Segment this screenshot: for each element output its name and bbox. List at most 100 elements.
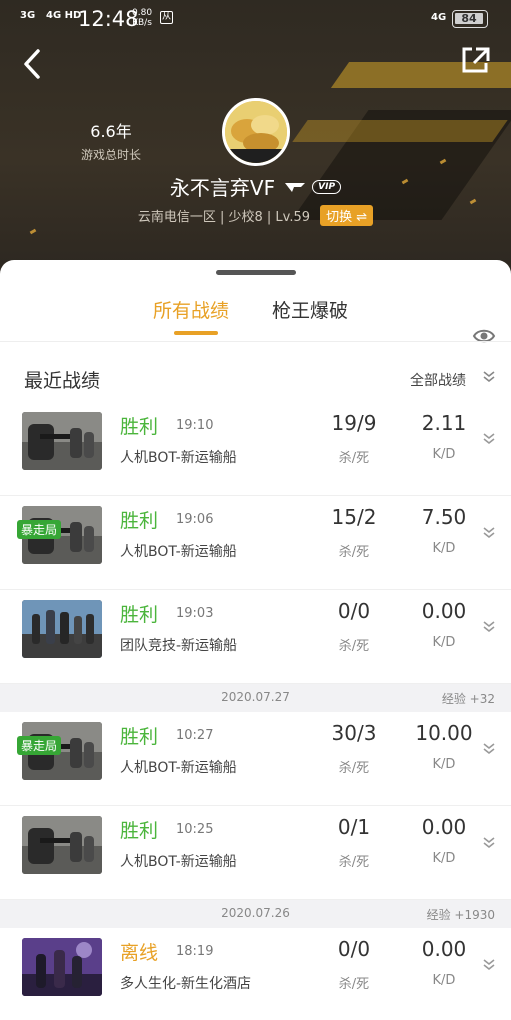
back-button[interactable] xyxy=(16,45,50,83)
kills-deaths-label: 杀/死 xyxy=(338,451,370,466)
speed-unit: KB/s xyxy=(132,18,152,28)
expand-chevron-icon[interactable] xyxy=(482,620,496,634)
match-result: 胜利 xyxy=(120,416,159,438)
experience-gain: 经验 +32 xyxy=(441,692,495,706)
kd-label: K/D xyxy=(432,757,456,772)
date-separator: 2020.07.26 经验 +1930 xyxy=(0,900,511,928)
kd-value: 10.00 xyxy=(415,721,473,745)
match-row[interactable]: 胜利 19:03 团队竞技-新运输船 0/0 杀/死 0.00 K/D xyxy=(0,590,511,684)
match-result: 胜利 xyxy=(120,820,159,842)
eye-icon xyxy=(472,329,496,343)
match-result: 胜利 xyxy=(120,726,159,748)
kd-value: 0.00 xyxy=(421,599,467,623)
match-row[interactable]: 胜利 19:10 人机BOT-新运输船 19/9 杀/死 2.11 K/D xyxy=(0,402,511,496)
kills-deaths-value: 30/3 xyxy=(331,721,377,745)
cf-logo-icon xyxy=(285,182,306,192)
kd-value: 2.11 xyxy=(421,411,467,435)
chevron-down-icon[interactable] xyxy=(482,370,496,384)
map-thumbnail xyxy=(22,412,102,470)
expand-chevron-icon[interactable] xyxy=(482,742,496,756)
kd-label: K/D xyxy=(432,635,456,650)
header-spark xyxy=(29,228,37,235)
tab-sniper-blast[interactable]: 枪王爆破 xyxy=(272,296,348,323)
expand-chevron-icon[interactable] xyxy=(482,526,496,540)
match-result: 胜利 xyxy=(120,604,159,626)
map-thumbnail xyxy=(22,816,102,874)
kills-deaths-label: 杀/死 xyxy=(338,855,370,870)
signal-4g: 4G HD xyxy=(46,10,82,21)
match-list: 胜利 19:10 人机BOT-新运输船 19/9 杀/死 2.11 K/D 暴走局 胜利 19:0… xyxy=(0,402,511,1020)
map-thumbnail xyxy=(22,938,102,996)
match-row[interactable]: 暴走局 胜利 10:27 人机BOT-新运输船 30/3 杀/死 10.00 K/D xyxy=(0,712,511,806)
kills-deaths-label: 杀/死 xyxy=(338,639,370,654)
playtime-value: 6.6年 xyxy=(90,122,132,141)
visibility-toggle[interactable] xyxy=(472,326,496,346)
map-thumbnail xyxy=(22,600,102,658)
match-mode: 团队竞技-新运输船 xyxy=(120,638,238,654)
kills-deaths-value: 0/1 xyxy=(337,815,371,839)
kills-deaths-label: 杀/死 xyxy=(338,761,370,776)
share-button[interactable] xyxy=(458,45,494,75)
match-time: 10:27 xyxy=(176,728,214,743)
match-mode: 人机BOT-新运输船 xyxy=(120,760,237,776)
map-thumbnail xyxy=(22,938,102,996)
header-decoration xyxy=(292,120,508,142)
rampage-tag: 暴走局 xyxy=(17,736,62,755)
match-time: 18:19 xyxy=(176,944,214,959)
kd-label: K/D xyxy=(432,541,456,556)
experience-gain: 经验 +1930 xyxy=(426,908,495,922)
share-icon xyxy=(462,47,490,73)
divider xyxy=(0,341,511,342)
match-time: 19:06 xyxy=(176,512,214,527)
match-result: 离线 xyxy=(120,942,159,964)
clock: 12:48 xyxy=(78,7,139,31)
rampage-tag: 暴走局 xyxy=(17,520,62,539)
separator-date: 2020.07.27 xyxy=(221,690,290,704)
match-row[interactable]: 离线 18:19 多人生化-新生化酒店 0/0 杀/死 0.00 K/D xyxy=(0,928,511,1020)
username-row: 永不言弃VF VIP xyxy=(0,172,511,201)
battery-icon: 84 xyxy=(452,10,488,28)
match-row[interactable]: 胜利 10:25 人机BOT-新运输船 0/1 杀/死 0.00 K/D xyxy=(0,806,511,900)
speed-value: 0.80 xyxy=(132,8,153,18)
match-row[interactable]: 暴走局 胜利 19:06 人机BOT-新运输船 15/2 杀/死 7.50 K/D xyxy=(0,496,511,590)
tab-active-indicator xyxy=(174,331,218,335)
switch-account-button[interactable]: 切换 ⇌ xyxy=(320,205,374,226)
expand-chevron-icon[interactable] xyxy=(482,836,496,850)
avatar-image xyxy=(225,101,287,163)
kills-deaths-value: 19/9 xyxy=(331,411,377,435)
chevron-left-icon xyxy=(24,49,40,79)
notification-badge: 从 xyxy=(160,11,174,24)
expand-chevron-icon[interactable] xyxy=(482,958,496,972)
username: 永不言弃VF xyxy=(169,176,276,200)
match-mode: 人机BOT-新运输船 xyxy=(120,854,237,870)
profile-header: 3G 4G HD 12:48 0.80 KB/s 从 4G 84 6.6年 游戏… xyxy=(0,0,511,290)
network-type: 4G xyxy=(431,12,447,23)
signal-3g: 3G xyxy=(20,10,36,21)
kills-deaths-value: 15/2 xyxy=(331,505,377,529)
kd-label: K/D xyxy=(432,973,456,988)
kd-label: K/D xyxy=(432,447,456,462)
date-separator: 2020.07.27 经验 +32 xyxy=(0,684,511,712)
kills-deaths-value: 0/0 xyxy=(337,937,371,961)
kills-deaths-label: 杀/死 xyxy=(338,545,370,560)
expand-chevron-icon[interactable] xyxy=(482,432,496,446)
map-thumbnail xyxy=(22,816,102,874)
all-records-link[interactable]: 全部战绩 xyxy=(410,370,466,390)
match-time: 19:10 xyxy=(176,418,214,433)
match-mode: 人机BOT-新运输船 xyxy=(120,450,237,466)
playtime-label: 游戏总时长 xyxy=(80,148,141,162)
kd-label: K/D xyxy=(432,851,456,866)
kd-value: 7.50 xyxy=(421,505,467,529)
server-info-row: 云南电信一区 | 少校8 | Lv.59 切换 ⇌ xyxy=(0,205,511,226)
battery-level: 84 xyxy=(461,12,477,25)
drag-handle[interactable] xyxy=(216,270,296,275)
server-info: 云南电信一区 | 少校8 | Lv.59 xyxy=(137,210,310,225)
section-title: 最近战绩 xyxy=(24,370,101,392)
tab-all-records[interactable]: 所有战绩 xyxy=(153,296,229,323)
status-bar: 3G 4G HD 12:48 0.80 KB/s 从 4G 84 xyxy=(0,0,511,40)
kills-deaths-value: 0/0 xyxy=(337,599,371,623)
kd-value: 0.00 xyxy=(421,937,467,961)
records-sheet: 所有战绩 枪王爆破 最近战绩 全部战绩 胜利 19:10 人机BOT-新运输船 19/… xyxy=(0,260,511,1020)
avatar[interactable] xyxy=(222,98,290,166)
playtime-stat: 6.6年 游戏总时长 xyxy=(66,118,156,163)
